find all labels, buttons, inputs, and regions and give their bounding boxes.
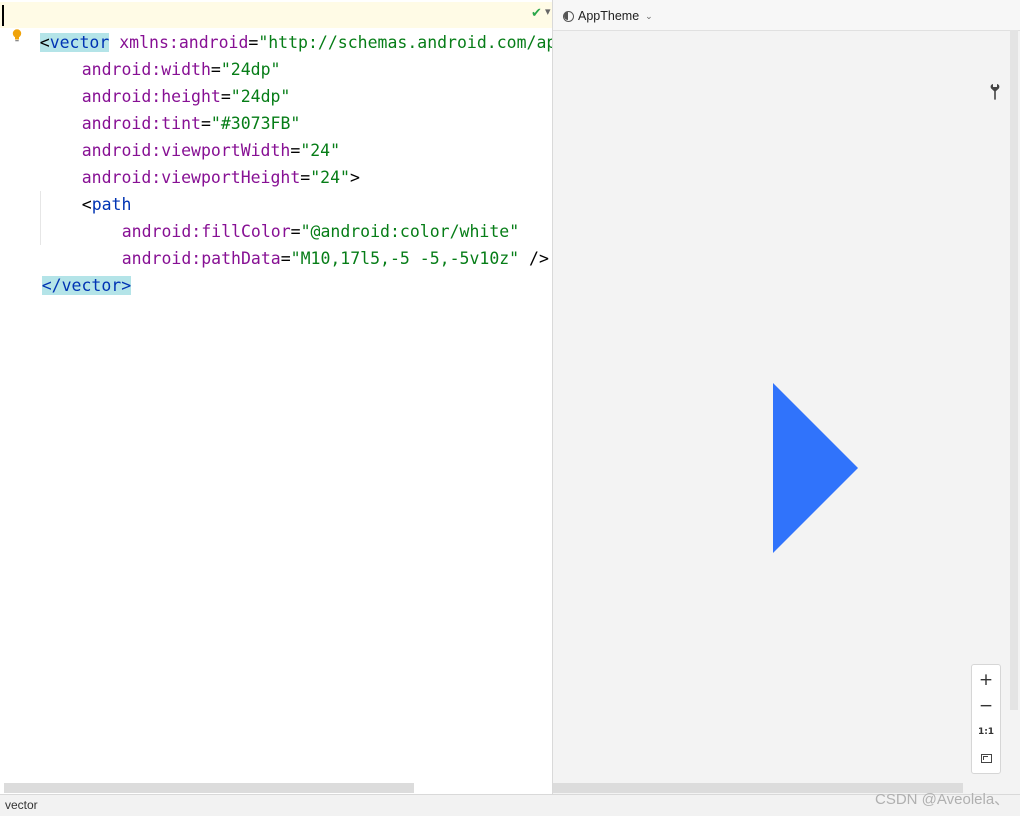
code-line-2[interactable]: android:width="24dp" (42, 29, 281, 79)
equals-sign: = (280, 249, 291, 268)
code-line-8[interactable]: android:fillColor="@android:color/white" (82, 191, 519, 241)
wrench-icon[interactable] (989, 83, 1003, 101)
breadcrumb[interactable]: vector (5, 798, 38, 812)
xml-code-editor[interactable]: <vector xmlns:android="http://schemas.an… (0, 0, 552, 794)
code-line-3[interactable]: android:height="24dp" (42, 56, 291, 106)
preview-vertical-scrollbar[interactable] (1010, 30, 1018, 710)
zoom-out-button[interactable]: − (972, 693, 1000, 719)
editor-horizontal-scrollbar[interactable] (4, 783, 414, 793)
watermark-text: CSDN @Aveolela、 (875, 791, 1010, 808)
attr-value-viewport-height: "24" (310, 168, 350, 187)
code-line-9[interactable]: android:pathData="M10,17l5,-5 -5,-5v10z"… (82, 218, 549, 268)
app-theme-dropdown[interactable]: AppTheme ⌄ (563, 7, 653, 25)
play-arrow-shape (773, 383, 858, 553)
zoom-controls: + − 1:1 (971, 664, 1001, 774)
app-theme-label: AppTheme (578, 9, 640, 23)
vector-preview-pane: AppTheme ⌄ + − 1:1 (553, 0, 1020, 794)
chevron-down-icon: ⌄ (645, 10, 653, 21)
fold-indicator-icon[interactable]: ▾ (545, 5, 551, 18)
code-line-7[interactable]: <path (42, 164, 132, 214)
preview-toolbar: AppTheme ⌄ (553, 0, 1020, 31)
closing-tag-vector: </vector> (41, 276, 132, 295)
indent-guide (40, 191, 41, 245)
equals-sign: = (300, 168, 311, 187)
code-line-1[interactable]: <vector xmlns:android="http://schemas.an… (0, 2, 552, 52)
lightbulb-icon[interactable] (10, 28, 24, 42)
zoom-in-button[interactable]: + (972, 667, 1000, 693)
tag-close-bracket: > (349, 168, 360, 187)
code-line-10[interactable]: </vector> (2, 245, 132, 295)
status-bar: vector (0, 794, 1020, 816)
code-line-6[interactable]: android:viewportHeight="24"> (42, 137, 360, 187)
attr-path-data: android:pathData (121, 249, 281, 268)
vector-drawable-preview (773, 383, 858, 553)
zoom-actual-size-button[interactable]: 1:1 (972, 719, 1000, 745)
attr-value-xmlns: "http://schemas.android.com/apk (258, 33, 552, 52)
zoom-to-fit-icon (980, 753, 992, 763)
code-line-5[interactable]: android:viewportWidth="24" (42, 110, 340, 160)
zoom-to-fit-button[interactable] (972, 745, 1000, 771)
checkmark-icon: ✔ (531, 6, 542, 21)
self-closing-tag-end: /> (519, 249, 549, 268)
theme-icon (563, 10, 574, 22)
attr-value-path-data: "M10,17l5,-5 -5,-5v10z" (290, 249, 520, 268)
code-line-4[interactable]: android:tint="#3073FB" (42, 83, 301, 133)
